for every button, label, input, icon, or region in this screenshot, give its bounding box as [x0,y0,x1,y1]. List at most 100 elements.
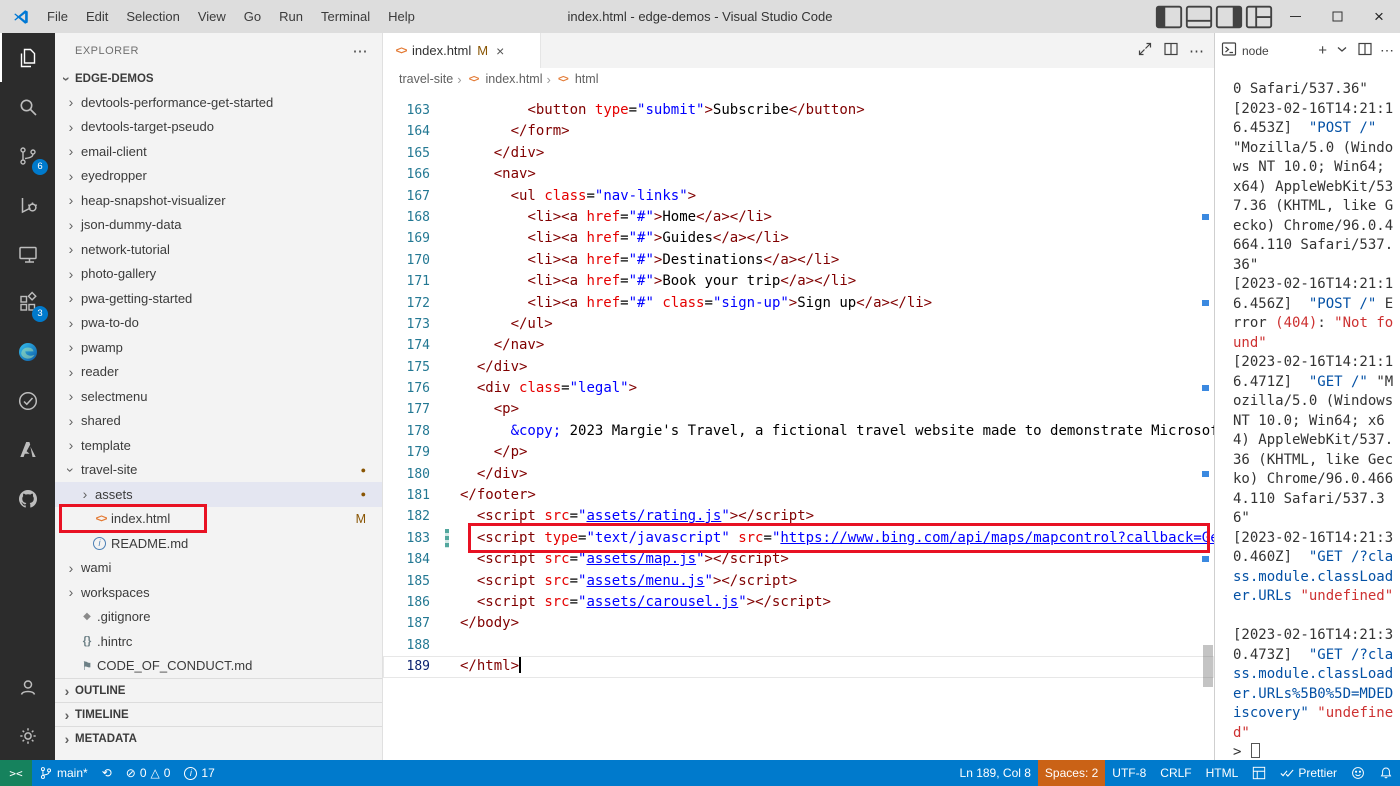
terminal-process-label[interactable]: node [1242,44,1269,58]
editor-more-actions-icon[interactable]: ⋯ [1189,42,1204,60]
breadcrumb-html[interactable]: html [575,72,599,86]
folder-item-email-client[interactable]: ›email-client [55,139,382,164]
git-branch-item[interactable]: main* [32,760,95,786]
terminal-profile-chevron-icon[interactable] [1334,41,1350,60]
new-terminal-icon[interactable]: + [1318,42,1327,59]
terminal-icon[interactable] [1221,41,1237,60]
explorer-more-actions-icon[interactable]: ⋯ [353,42,369,60]
check-circle-icon[interactable] [0,376,55,425]
terminal-output[interactable]: 0 Safari/537.36"[2023-02-16T14:21:16.453… [1215,68,1400,763]
code-line-171[interactable]: 171 <li><a href="#">Book your trip</a></… [383,271,1214,292]
file-item-code-of-conduct-md[interactable]: ⚑CODE_OF_CONDUCT.md [55,654,382,679]
breadcrumb-travel-site[interactable]: travel-site [399,72,453,86]
file-item-index-html[interactable]: <>index.htmlM [55,507,382,532]
code-line-177[interactable]: 177 <p> [383,399,1214,420]
code-line-170[interactable]: 170 <li><a href="#">Destinations</a></li… [383,250,1214,271]
code-line-169[interactable]: 169 <li><a href="#">Guides</a></li> [383,228,1214,249]
minimize-icon[interactable] [1274,0,1316,33]
folder-item-heap-snapshot-visualizer[interactable]: ›heap-snapshot-visualizer [55,188,382,213]
breadcrumb-index-html[interactable]: index.html [486,72,543,86]
split-terminal-icon[interactable] [1357,41,1373,60]
split-editor-icon[interactable] [1163,41,1179,60]
folder-item-reader[interactable]: ›reader [55,360,382,385]
toggle-secondary-sidebar-icon[interactable] [1214,0,1244,33]
code-line-164[interactable]: 164 </form> [383,121,1214,142]
code-line-167[interactable]: 167 <ul class="nav-links"> [383,186,1214,207]
edge-tools-icon[interactable] [0,327,55,376]
github-icon[interactable] [0,474,55,523]
folder-item-assets[interactable]: ›assets● [55,482,382,507]
language-mode-item[interactable]: HTML [1199,760,1246,786]
workspace-section-header[interactable]: › EDGE-DEMOS [55,68,382,90]
encoding-item[interactable]: UTF-8 [1105,760,1153,786]
hints-item[interactable]: i17 [177,760,221,786]
menu-file[interactable]: File [38,9,77,24]
code-line-184[interactable]: 184 <script src="assets/map.js"></script… [383,549,1214,570]
folder-item-shared[interactable]: ›shared [55,409,382,434]
folder-item-template[interactable]: ›template [55,433,382,458]
code-line-179[interactable]: 179 </p> [383,442,1214,463]
remote-explorer-icon[interactable] [0,229,55,278]
file-item--gitignore[interactable]: ◆.gitignore [55,605,382,630]
file-item-readme-md[interactable]: iREADME.md [55,531,382,556]
browser-preview-icon[interactable] [1245,760,1273,786]
folder-item-workspaces[interactable]: ›workspaces [55,580,382,605]
editor-scrollbar[interactable] [1203,645,1213,687]
file-item--hintrc[interactable]: {}.hintrc [55,629,382,654]
close-window-icon[interactable]: × [1358,0,1400,33]
code-line-181[interactable]: 181</footer> [383,485,1214,506]
menu-edit[interactable]: Edit [77,9,117,24]
toggle-panel-icon[interactable] [1184,0,1214,33]
folder-item-network-tutorial[interactable]: ›network-tutorial [55,237,382,262]
folder-item-devtools-performance-get-started[interactable]: ›devtools-performance-get-started [55,90,382,115]
code-line-165[interactable]: 165 </div> [383,143,1214,164]
section-metadata[interactable]: ›METADATA [55,726,382,750]
code-line-168[interactable]: 168 <li><a href="#">Home</a></li> [383,207,1214,228]
folder-item-json-dummy-data[interactable]: ›json-dummy-data [55,213,382,238]
code-editor[interactable]: 163 <button type="submit">Subscribe</but… [383,90,1214,760]
folder-item-pwamp[interactable]: ›pwamp [55,335,382,360]
customize-layout-icon[interactable] [1244,0,1274,33]
source-control-icon[interactable]: 6 [0,131,55,180]
status-spaces[interactable]: Spaces: 2 [1038,760,1105,786]
run-debug-icon[interactable] [0,180,55,229]
folder-item-selectmenu[interactable]: ›selectmenu [55,384,382,409]
folder-item-eyedropper[interactable]: ›eyedropper [55,164,382,189]
code-line-182[interactable]: 182 <script src="assets/rating.js"></scr… [383,506,1214,527]
folder-item-devtools-target-pseudo[interactable]: ›devtools-target-pseudo [55,115,382,140]
settings-icon[interactable] [0,711,55,760]
folder-item-wami[interactable]: ›wami [55,556,382,581]
code-line-180[interactable]: 180 </div> [383,464,1214,485]
tab-close-icon[interactable]: × [496,43,504,59]
formatter-item[interactable]: Prettier [1273,760,1344,786]
folder-item-photo-gallery[interactable]: ›photo-gallery [55,262,382,287]
code-line-188[interactable]: 188 [383,635,1214,656]
folder-item-travel-site[interactable]: ›travel-site● [55,458,382,483]
code-line-176[interactable]: 176 <div class="legal"> [383,378,1214,399]
azure-icon[interactable] [0,425,55,474]
problems-item[interactable]: ⊘0 △0 [119,760,178,786]
code-line-186[interactable]: 186 <script src="assets/carousel.js"></s… [383,592,1214,613]
code-line-172[interactable]: 172 <li><a href="#" class="sign-up">Sign… [383,293,1214,314]
code-line-174[interactable]: 174 </nav> [383,335,1214,356]
menu-go[interactable]: Go [235,9,270,24]
remote-indicator[interactable]: >< [0,760,32,786]
code-line-163[interactable]: 163 <button type="submit">Subscribe</but… [383,100,1214,121]
feedback-icon[interactable] [1344,760,1372,786]
code-line-178[interactable]: 178 &copy; 2023 Margie's Travel, a ficti… [383,421,1214,442]
menu-run[interactable]: Run [270,9,312,24]
code-line-183[interactable]: 183 <script type="text/javascript" src="… [383,528,1214,549]
sync-changes-item[interactable]: ⟲ [95,760,119,786]
eol-item[interactable]: CRLF [1153,760,1198,786]
folder-item-pwa-to-do[interactable]: ›pwa-to-do [55,311,382,336]
toggle-sidebar-icon[interactable] [1154,0,1184,33]
extensions-icon[interactable]: 3 [0,278,55,327]
open-changes-icon[interactable] [1137,41,1153,60]
code-line-173[interactable]: 173 </ul> [383,314,1214,335]
code-line-189[interactable]: 189</html> [383,656,1214,677]
maximize-icon[interactable] [1316,0,1358,33]
section-timeline[interactable]: ›TIMELINE [55,702,382,726]
menu-help[interactable]: Help [379,9,424,24]
terminal-more-actions-icon[interactable]: ⋯ [1380,42,1394,59]
folder-item-pwa-getting-started[interactable]: ›pwa-getting-started [55,286,382,311]
